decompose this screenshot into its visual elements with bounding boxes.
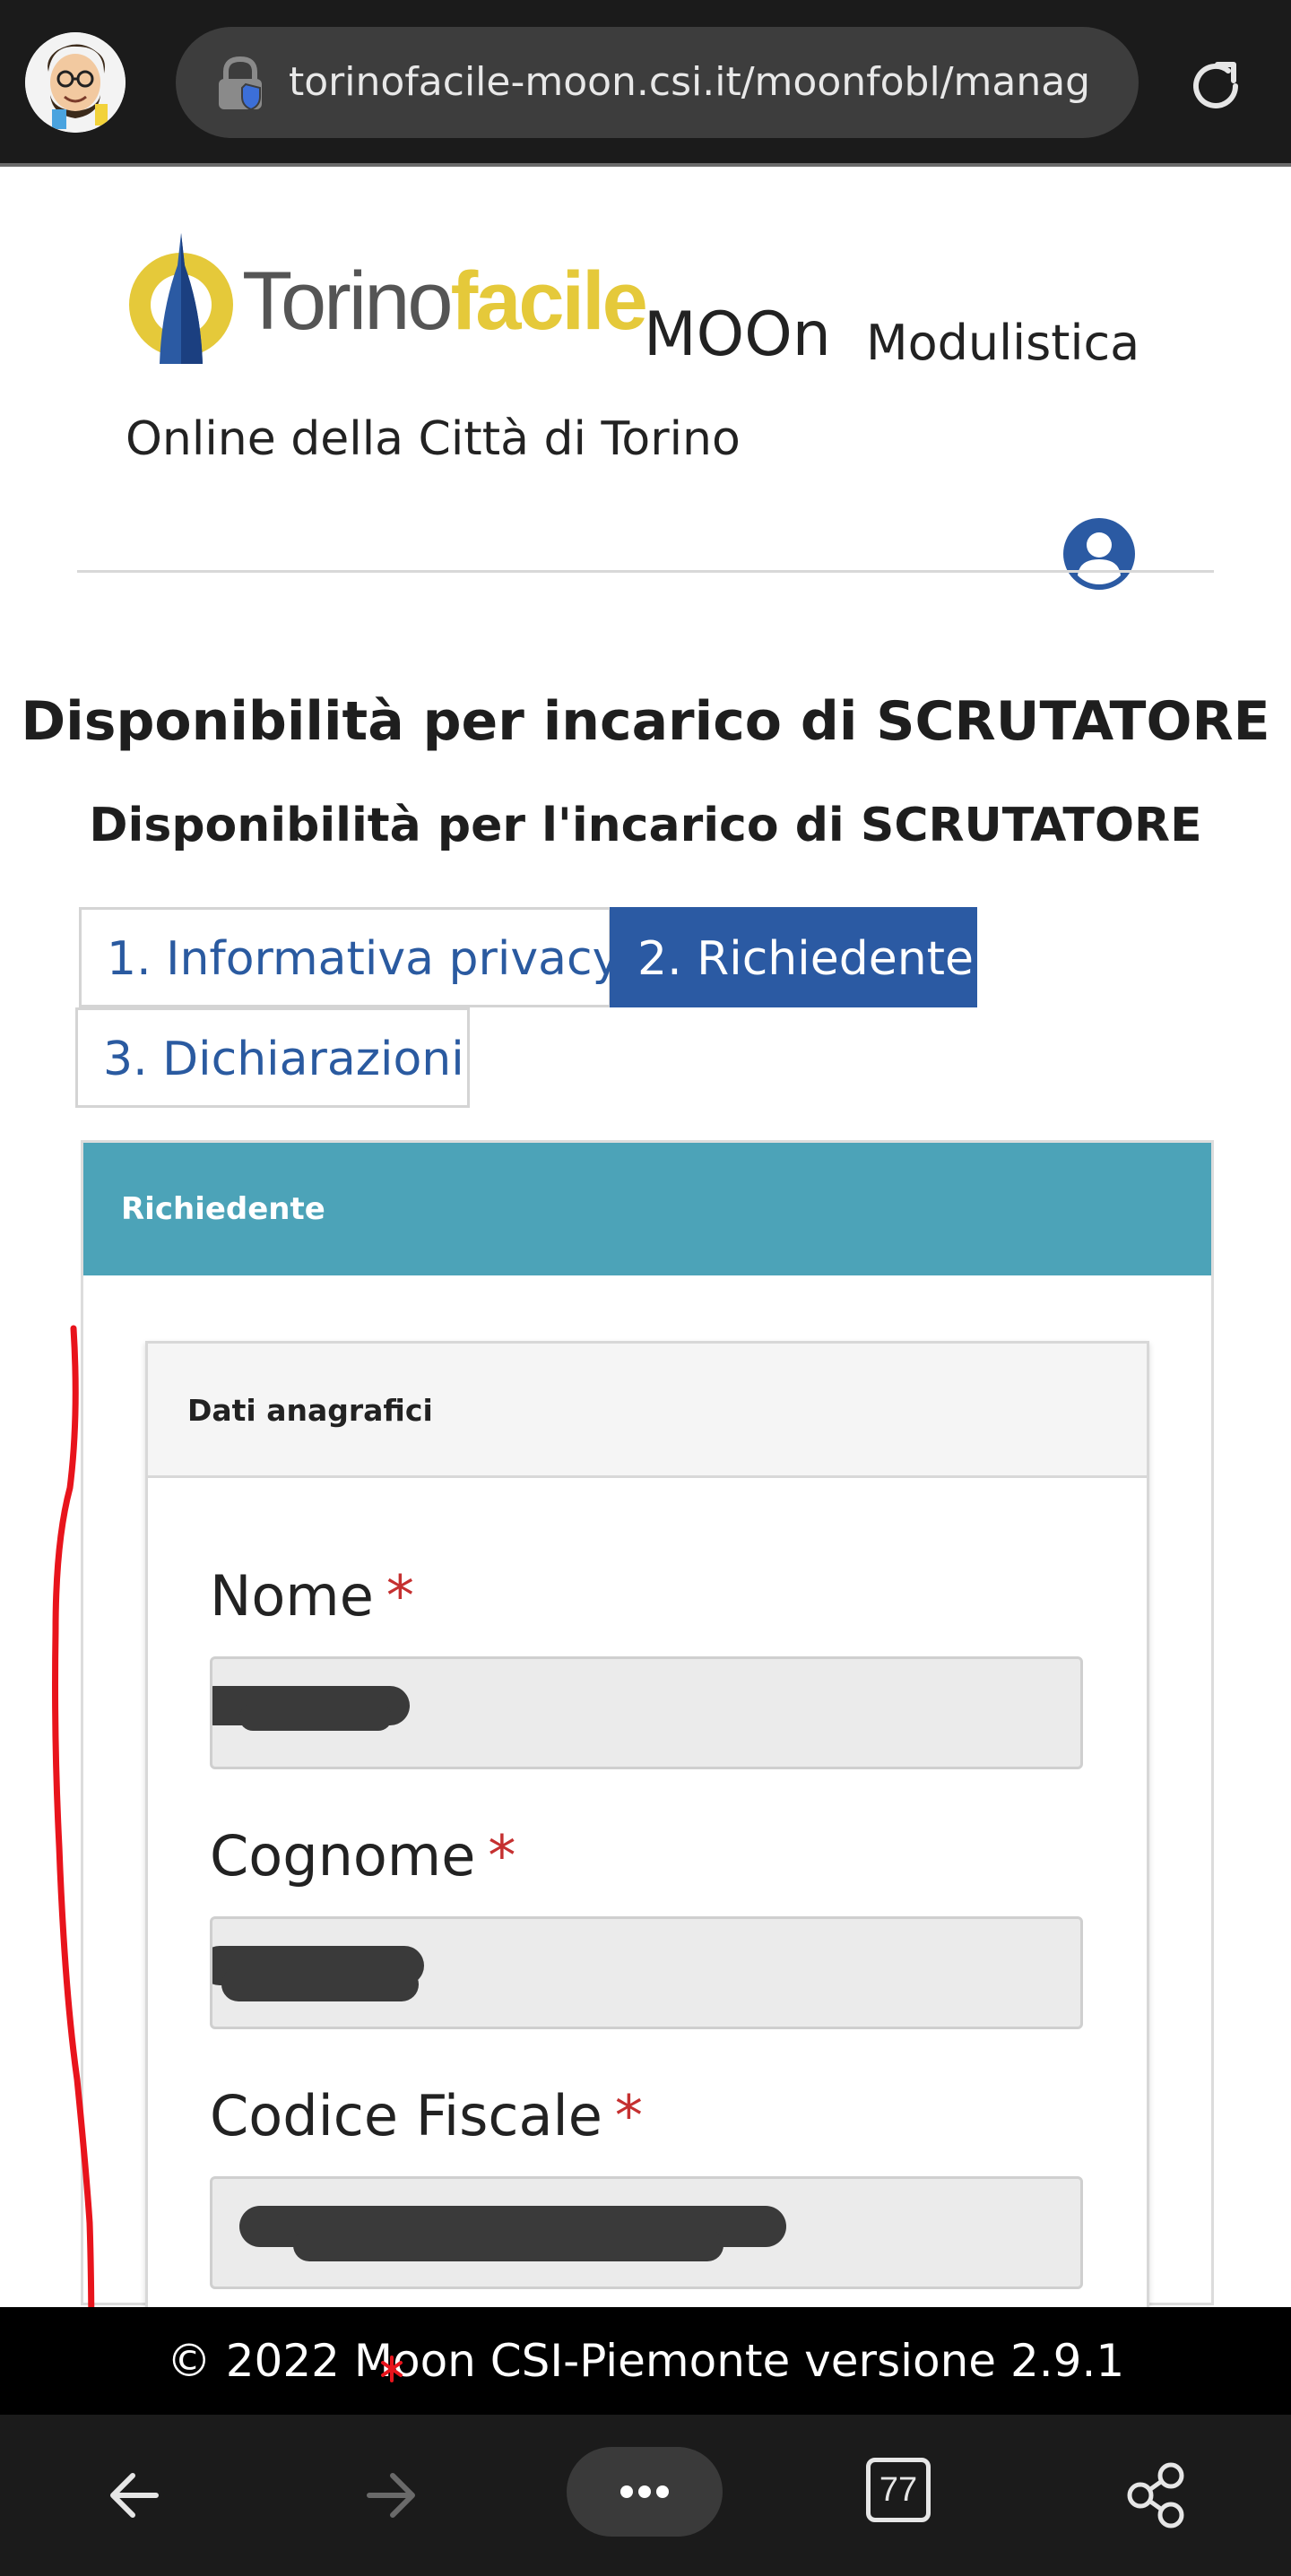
nome-label: Nome *: [210, 1563, 414, 1629]
page-subtitle: Disponibilità per l'incarico di SCRUTATO…: [89, 799, 1202, 852]
more-icon[interactable]: [567, 2447, 723, 2537]
page-footer: © 2022 Moon CSI-Piemonte versione 2.9.1: [0, 2307, 1291, 2415]
reload-icon[interactable]: [1183, 54, 1248, 118]
header-divider: [77, 570, 1214, 573]
tagline-part1: Modulistica: [866, 315, 1140, 371]
tagline-part2: Online della Città di Torino: [126, 412, 741, 466]
cognome-label: Cognome *: [210, 1823, 516, 1889]
tabs-icon[interactable]: 77: [866, 2458, 931, 2522]
user-circle-icon[interactable]: [1061, 516, 1137, 592]
address-bar[interactable]: torinofacile-moon.csi.it/moonfobl/manag: [176, 27, 1139, 138]
logo-text: Torinofacile: [242, 255, 648, 347]
required-mark: *: [488, 1823, 516, 1889]
required-mark: *: [386, 1563, 414, 1629]
torinofacile-logo[interactable]: Torinofacile: [126, 229, 648, 373]
url-text[interactable]: torinofacile-moon.csi.it/moonfobl/manag: [289, 27, 1113, 138]
annotation-mark: [381, 2356, 403, 2382]
section-title: Dati anagrafici: [187, 1393, 433, 1428]
avatar-icon[interactable]: [25, 32, 126, 133]
tab-dichiarazioni[interactable]: 3. Dichiarazioni: [75, 1007, 470, 1108]
redaction: [293, 2229, 723, 2261]
share-icon[interactable]: [1112, 2451, 1201, 2540]
mole-antonelliana-icon: [129, 233, 233, 364]
section-header: Dati anagrafici: [148, 1344, 1147, 1478]
required-mark: *: [614, 2083, 643, 2148]
divider: [0, 163, 1291, 167]
browser-top-bar: torinofacile-moon.csi.it/moonfobl/manag: [0, 0, 1291, 167]
nome-field[interactable]: [210, 1656, 1083, 1769]
codice-fiscale-field[interactable]: [210, 2176, 1083, 2289]
arrow-left-icon[interactable]: [90, 2451, 179, 2540]
codice-fiscale-label: Codice Fiscale *: [210, 2083, 643, 2148]
lock-shield-icon[interactable]: [212, 54, 269, 111]
redaction: [221, 1967, 419, 2001]
redaction: [239, 1704, 392, 1731]
panel-title: Richiedente: [121, 1191, 325, 1227]
browser-bottom-bar: 77: [0, 2415, 1291, 2576]
arrow-right-icon[interactable]: [346, 2451, 436, 2540]
footer-text: © 2022 Moon CSI-Piemonte versione 2.9.1: [166, 2335, 1125, 2387]
cognome-field[interactable]: [210, 1916, 1083, 2029]
tab-informativa-privacy[interactable]: 1. Informativa privacy: [79, 907, 620, 1007]
page-title: Disponibilità per incarico di SCRUTATORE: [21, 690, 1270, 753]
panel-header: Richiedente: [83, 1143, 1211, 1275]
tab-richiedente[interactable]: 2. Richiedente: [610, 907, 977, 1007]
app-name: MOOn: [644, 299, 831, 370]
